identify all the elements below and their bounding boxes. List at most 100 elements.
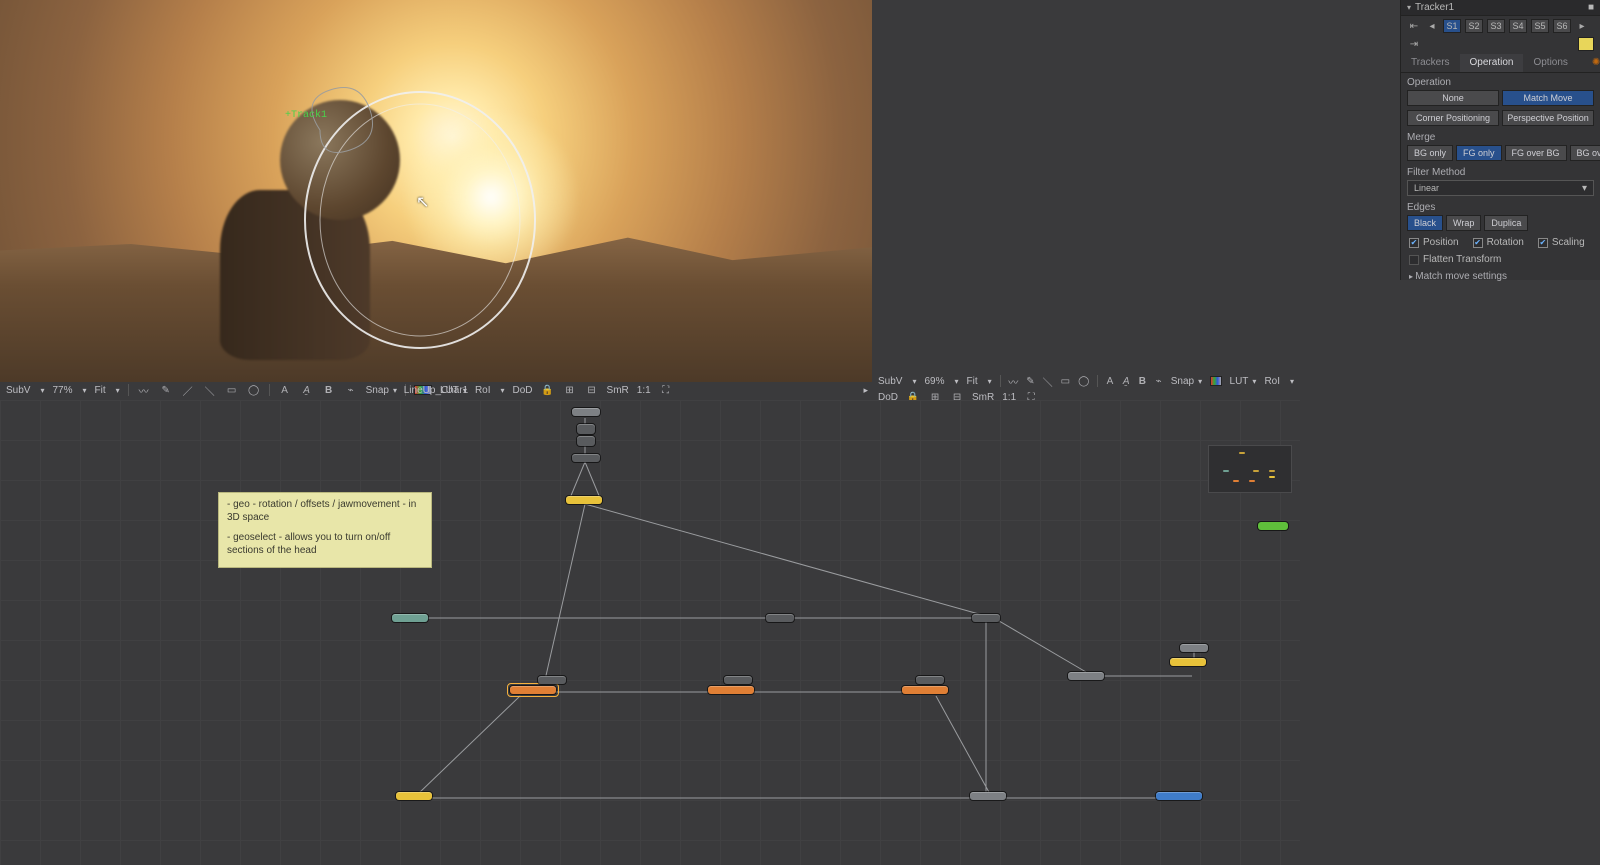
tab-options[interactable]: Options [1523, 54, 1577, 72]
expand-icon[interactable]: ⛶ [659, 383, 673, 397]
node-loader[interactable] [572, 408, 600, 416]
node-pipe-b[interactable] [972, 614, 1000, 622]
r-roi-toggle[interactable]: RoI [1264, 376, 1280, 387]
roi-chevron-icon[interactable] [499, 385, 505, 396]
r-wave-icon[interactable]: 〰 [1008, 374, 1018, 388]
sticky-note-icon[interactable] [1578, 37, 1594, 51]
tab-operation[interactable]: Operation [1460, 54, 1524, 72]
r-ab-icon[interactable]: A̱ [1122, 374, 1130, 388]
filter-method-select[interactable]: Linear ▾ [1407, 180, 1594, 196]
grid-a-icon[interactable]: ⊞ [563, 383, 577, 397]
line-icon[interactable]: ＼ [203, 383, 217, 397]
dropper-icon[interactable]: ／ [181, 383, 195, 397]
r-paint-icon[interactable]: ✎ [1026, 374, 1034, 388]
merge-fgonly-button[interactable]: FG only [1456, 145, 1502, 161]
op-corner-button[interactable]: Corner Positioning [1407, 110, 1499, 126]
flow-navigator[interactable] [1208, 445, 1292, 493]
merge-bgonly-button[interactable]: BG only [1407, 145, 1453, 161]
flow-area[interactable]: - geo - rotation / offsets / jawmovement… [0, 400, 1300, 865]
left-chevron-down-icon[interactable] [38, 385, 44, 396]
node-pipe-d[interactable] [970, 792, 1006, 800]
edges-black-button[interactable]: Black [1407, 215, 1443, 231]
wave-icon[interactable]: 〰 [137, 383, 151, 397]
node-pipe-a[interactable] [766, 614, 794, 622]
node-xform-c[interactable] [572, 454, 600, 462]
prev-icon[interactable]: ◂ [1425, 19, 1439, 33]
ratio-toggle[interactable]: 1:1 [637, 385, 651, 396]
a-outline-icon[interactable]: A [278, 383, 292, 397]
viewer-right[interactable] [872, 0, 1300, 382]
sticky-note[interactable]: - geo - rotation / offsets / jawmovement… [218, 492, 432, 568]
settings-gear-icon[interactable]: ✺ [1592, 57, 1600, 69]
r-fit-chevron-icon[interactable] [986, 376, 992, 387]
b-bold-icon[interactable]: B [322, 383, 336, 397]
script-s1[interactable]: S1 [1443, 19, 1461, 33]
next-icon[interactable]: ▸ [1575, 19, 1589, 33]
lock-icon[interactable]: 🔒 [541, 383, 555, 397]
matchmove-settings-disclosure[interactable]: Match move settings [1401, 267, 1600, 286]
viewer-left[interactable]: +Track1 ↖ [0, 0, 872, 382]
node-xform-a[interactable] [577, 424, 595, 434]
node-tracker[interactable] [566, 496, 602, 504]
r-line-icon[interactable]: ＼ [1043, 374, 1053, 388]
op-perspective-button[interactable]: Perspective Position [1502, 110, 1594, 126]
close-icon[interactable]: ■ [1588, 2, 1594, 13]
chk-rotation[interactable]: ✔Rotation [1473, 237, 1524, 248]
node-merge-2[interactable] [708, 686, 754, 694]
chk-position[interactable]: ✔Position [1409, 237, 1459, 248]
edges-wrap-button[interactable]: Wrap [1446, 215, 1481, 231]
node-bg-a[interactable] [538, 676, 566, 684]
node-bg-c[interactable] [916, 676, 944, 684]
ellipse-icon[interactable]: ◯ [247, 383, 261, 397]
r-b-icon[interactable]: B [1138, 374, 1146, 388]
r-roi-chevron-icon[interactable] [1288, 376, 1294, 387]
rect-icon[interactable]: ▭ [225, 383, 239, 397]
r-a-icon[interactable]: A [1106, 374, 1114, 388]
op-none-button[interactable]: None [1407, 90, 1499, 106]
node-out-a[interactable] [396, 792, 432, 800]
node-render-a[interactable] [1170, 658, 1206, 666]
grid-b-icon[interactable]: ⊟ [585, 383, 599, 397]
end-icon[interactable]: ⇥ [1407, 37, 1421, 51]
snap-toggle[interactable]: Snap [366, 385, 397, 396]
script-s3[interactable]: S3 [1487, 19, 1505, 33]
panel-title-bar[interactable]: ▾ Tracker1 ■ [1401, 0, 1600, 16]
paint-icon[interactable]: ✎ [159, 383, 173, 397]
viewer-zoom[interactable]: 77% [52, 385, 72, 396]
viewer-fit-r[interactable]: Fit [967, 376, 978, 387]
dod-toggle[interactable]: DoD [513, 385, 533, 396]
merge-bgover-button[interactable]: BG ove [1570, 145, 1600, 161]
node-merge-1[interactable] [510, 686, 556, 694]
r-lut-toggle[interactable]: LUT [1230, 376, 1257, 387]
collapse-icon[interactable]: ▾ [1407, 3, 1411, 12]
node-xform-b[interactable] [577, 436, 595, 446]
r-snap-toggle[interactable]: Snap [1171, 376, 1202, 387]
r-chevron-icon[interactable] [910, 376, 916, 387]
script-s6[interactable]: S6 [1553, 19, 1571, 33]
node-pipe-c[interactable] [1068, 672, 1104, 680]
script-s4[interactable]: S4 [1509, 19, 1527, 33]
r-zoom-chevron-icon[interactable] [953, 376, 959, 387]
smr-toggle[interactable]: SmR [607, 385, 629, 396]
roi-toggle[interactable]: RoI [475, 385, 491, 396]
r-channel-swatch[interactable] [1210, 376, 1221, 386]
flatten-row[interactable]: Flatten Transform [1401, 252, 1600, 267]
node-geo[interactable] [392, 614, 428, 622]
viewer-zoom-r[interactable]: 69% [924, 376, 944, 387]
viewer-fit[interactable]: Fit [95, 385, 106, 396]
merge-fgoverbg-button[interactable]: FG over BG [1505, 145, 1567, 161]
node-saver[interactable] [1156, 792, 1202, 800]
r-key-icon[interactable]: ⌁ [1155, 374, 1163, 388]
zoom-chevron-down-icon[interactable] [81, 385, 87, 396]
node-merge-3[interactable] [902, 686, 948, 694]
script-s5[interactable]: S5 [1531, 19, 1549, 33]
ab-icon[interactable]: A̱ [300, 383, 314, 397]
viewer-menu-arrow-icon[interactable]: ▸ [863, 385, 868, 396]
op-matchmove-button[interactable]: Match Move [1502, 90, 1594, 106]
chk-scaling[interactable]: ✔Scaling [1538, 237, 1585, 248]
navigator-highlight[interactable] [1258, 522, 1288, 530]
node-cache-a[interactable] [1180, 644, 1208, 652]
home-start-icon[interactable]: ⇤ [1407, 19, 1421, 33]
key-icon[interactable]: ⌁ [344, 383, 358, 397]
node-bg-b[interactable] [724, 676, 752, 684]
